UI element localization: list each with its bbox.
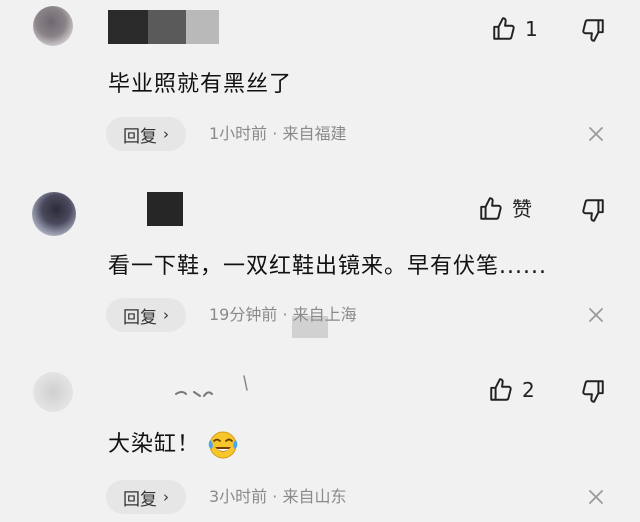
comment-text: 看一下鞋，一双红鞋出镜来。早有伏笔...... [108,254,547,279]
avatar[interactable] [32,192,76,236]
close-icon[interactable] [586,124,606,144]
tears-of-joy-emoji [206,428,240,462]
reply-button[interactable]: 回复 › [106,117,186,151]
avatar[interactable] [33,372,73,412]
reply-label: 回复 [123,489,157,510]
username-redacted [147,192,183,226]
like-count: 1 [525,17,538,41]
thumbs-up-icon[interactable] [488,377,514,403]
thumbs-down-icon[interactable] [580,17,606,43]
comment-meta: 19分钟前 · 来自上海 [209,305,357,324]
comment-item: 2 大染缸！ 回复 › 3小时前 · 来自山东 [0,350,640,522]
username-redacted [186,10,219,44]
thumbs-down-icon[interactable] [580,378,606,404]
thumbs-up-icon[interactable] [478,196,504,222]
comment-text-row: 大染缸！ [108,428,240,462]
reply-label: 回复 [123,126,157,147]
comment-meta: 3小时前 · 来自山东 [209,487,347,506]
reply-button[interactable]: 回复 › [106,480,186,514]
comment-item: 赞 看一下鞋，一双红鞋出镜来。早有伏笔...... 回复 › 19分钟前 · 来… [0,170,640,350]
username-redacted [148,10,186,44]
thumbs-down-icon[interactable] [580,197,606,223]
comment-item: 1 毕业照就有黑丝了 回复 › 1小时前 · 来自福建 [0,0,640,170]
comment-text: 毕业照就有黑丝了 [108,72,293,97]
close-icon[interactable] [586,487,606,507]
close-icon[interactable] [586,305,606,325]
comment-text: 大染缸！ [108,432,201,457]
chevron-right-icon: › [163,488,169,506]
thumbs-up-icon[interactable] [491,16,517,42]
username-redacted [108,10,148,44]
chevron-right-icon: › [163,125,169,143]
reply-label: 回复 [123,307,157,328]
comment-meta: 1小时前 · 来自福建 [209,124,347,143]
like-count: 2 [522,378,535,402]
username-redacted [175,375,248,397]
reply-button[interactable]: 回复 › [106,298,186,332]
chevron-right-icon: › [163,306,169,324]
like-label: 赞 [512,197,532,221]
avatar[interactable] [33,6,73,46]
